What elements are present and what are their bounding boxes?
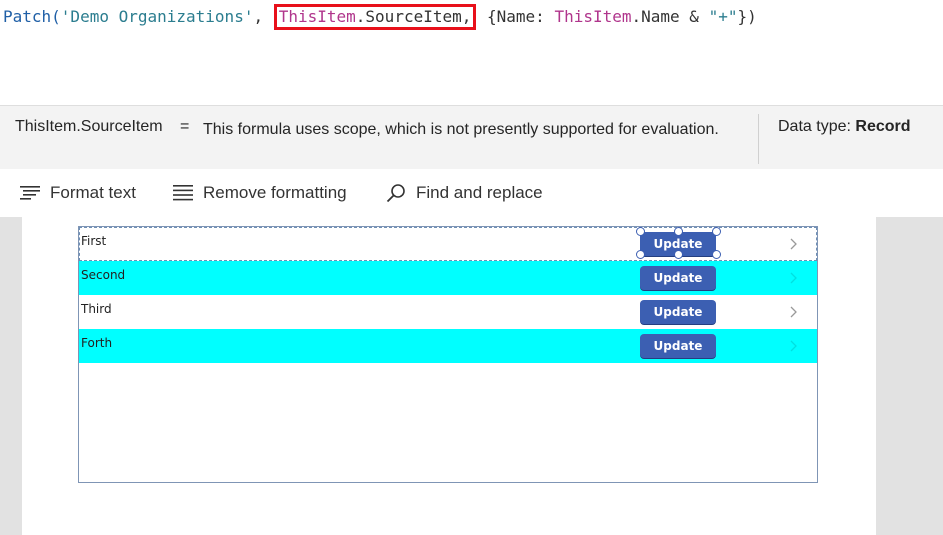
search-icon <box>386 184 405 203</box>
formula-thisitem-2: ThisItem <box>554 7 632 26</box>
formula-datasource: 'Demo Organizations' <box>60 7 254 26</box>
gallery-row-first[interactable]: First Update <box>79 227 817 261</box>
formula-close: }) <box>737 7 757 26</box>
row-label: Second <box>81 268 126 282</box>
update-button[interactable]: Update <box>640 300 716 324</box>
eval-divider <box>758 114 759 164</box>
remove-formatting-label: Remove formatting <box>203 183 347 202</box>
remove-formatting-button[interactable]: Remove formatting <box>173 183 347 203</box>
formula-name-concat: .Name & <box>631 7 709 26</box>
row-label: Forth <box>81 336 113 350</box>
resize-handle-top-right[interactable] <box>712 227 721 236</box>
remove-formatting-icon <box>173 185 193 201</box>
gallery-row-forth[interactable]: Forth Update <box>79 329 817 363</box>
eval-datatype-label: Data type: <box>778 118 851 135</box>
update-button[interactable]: Update <box>640 334 716 358</box>
row-label: Third <box>81 302 112 316</box>
format-text-button[interactable]: Format text <box>20 183 136 203</box>
eval-datatype: Data type: Record <box>778 118 911 136</box>
chevron-right-icon[interactable] <box>788 339 800 353</box>
format-text-label: Format text <box>50 183 136 202</box>
eval-expression: ThisItem.SourceItem <box>15 118 163 135</box>
formula-text[interactable]: Patch('Demo Organizations', ThisItem.Sou… <box>3 4 757 30</box>
eval-message: This formula uses scope, which is not pr… <box>203 121 719 138</box>
gallery-row-third[interactable]: Third Update <box>79 295 817 329</box>
find-replace-label: Find and replace <box>416 183 543 202</box>
resize-handle-top[interactable] <box>674 227 683 236</box>
resize-handle-bottom-left[interactable] <box>636 250 645 259</box>
resize-handle-bottom[interactable] <box>674 250 683 259</box>
chevron-right-icon[interactable] <box>788 271 800 285</box>
formula-highlight-box: ThisItem.SourceItem, <box>273 4 477 30</box>
chevron-right-icon[interactable] <box>788 305 800 319</box>
eval-equals: = <box>180 118 190 135</box>
formula-bar[interactable]: Patch('Demo Organizations', ThisItem.Sou… <box>0 0 943 105</box>
eval-datatype-value: Record <box>855 118 911 135</box>
formula-toolbar: Format text Remove formatting Find and r… <box>0 169 943 217</box>
find-replace-button[interactable]: Find and replace <box>386 183 543 203</box>
resize-handle-top-left[interactable] <box>636 227 645 236</box>
gallery[interactable]: First Update Second Update Third Update … <box>78 226 818 483</box>
formula-comma: , <box>253 7 273 26</box>
formula-thisitem: ThisItem <box>278 7 356 26</box>
formula-evaluation-panel: ThisItem.SourceItem = This formula uses … <box>0 105 943 170</box>
row-label: First <box>81 234 107 248</box>
update-button[interactable]: Update <box>640 266 716 290</box>
format-text-icon <box>20 186 40 200</box>
chevron-right-icon[interactable] <box>788 237 800 251</box>
resize-handle-bottom-right[interactable] <box>712 250 721 259</box>
gallery-row-second[interactable]: Second Update <box>79 261 817 295</box>
formula-record-open: {Name: <box>477 7 555 26</box>
formula-plus-string: "+" <box>708 7 738 26</box>
formula-sourceitem: .SourceItem, <box>355 7 472 26</box>
formula-function: Patch( <box>3 7 61 26</box>
